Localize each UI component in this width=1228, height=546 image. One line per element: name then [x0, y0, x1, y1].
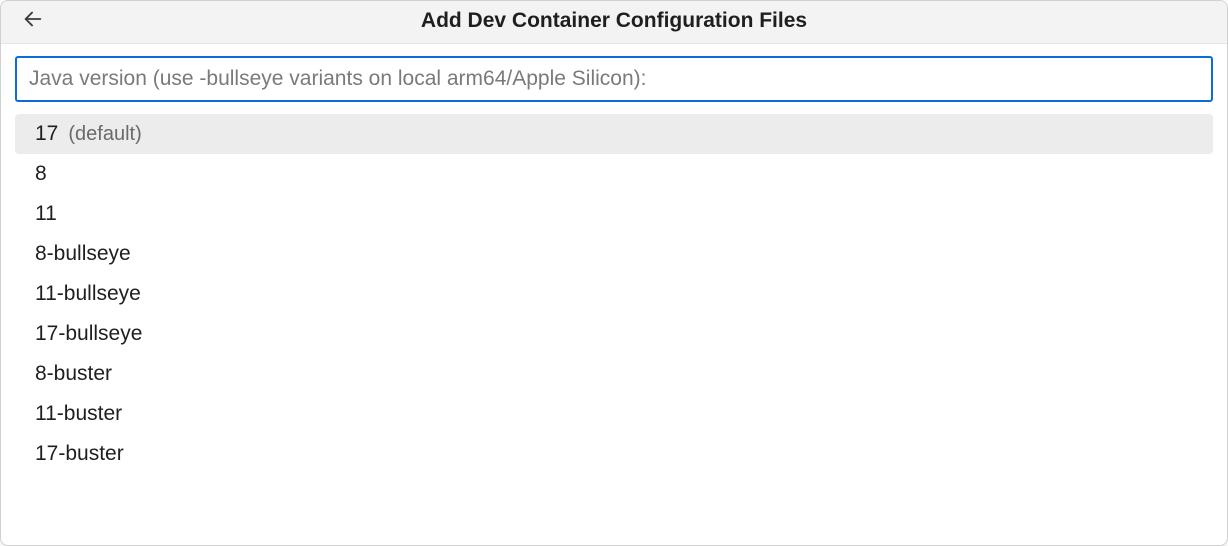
list-item[interactable]: 8 [15, 154, 1213, 194]
quick-pick-dialog: Add Dev Container Configuration Files 17… [0, 0, 1228, 546]
dialog-header: Add Dev Container Configuration Files [1, 1, 1227, 44]
option-hint: (default) [68, 123, 141, 146]
list-item[interactable]: 8-bullseye [15, 234, 1213, 274]
option-label: 17-bullseye [35, 322, 142, 346]
list-item[interactable]: 17-buster [15, 434, 1213, 474]
list-item[interactable]: 17-bullseye [15, 314, 1213, 354]
list-item[interactable]: 8-buster [15, 354, 1213, 394]
dialog-body: 17 (default) 8 11 8-bullseye 11-bullseye 17-bu… [1, 44, 1227, 545]
option-label: 17-buster [35, 442, 124, 466]
option-label: 11-buster [35, 402, 122, 426]
option-label: 11-bullseye [35, 282, 141, 306]
option-label: 11 [35, 202, 57, 226]
option-label: 8-buster [35, 362, 112, 386]
list-item[interactable]: 17 (default) [15, 114, 1213, 154]
arrow-left-icon [22, 8, 44, 35]
option-label: 8-bullseye [35, 242, 131, 266]
options-list: 17 (default) 8 11 8-bullseye 11-bullseye 17-bu… [15, 114, 1213, 545]
list-item[interactable]: 11 [15, 194, 1213, 234]
list-item[interactable]: 11-bullseye [15, 274, 1213, 314]
search-input[interactable] [15, 56, 1213, 102]
option-label: 17 [35, 122, 58, 146]
dialog-title: Add Dev Container Configuration Files [15, 9, 1213, 33]
option-label: 8 [35, 162, 47, 186]
list-item[interactable]: 11-buster [15, 394, 1213, 434]
back-button[interactable] [19, 7, 47, 35]
